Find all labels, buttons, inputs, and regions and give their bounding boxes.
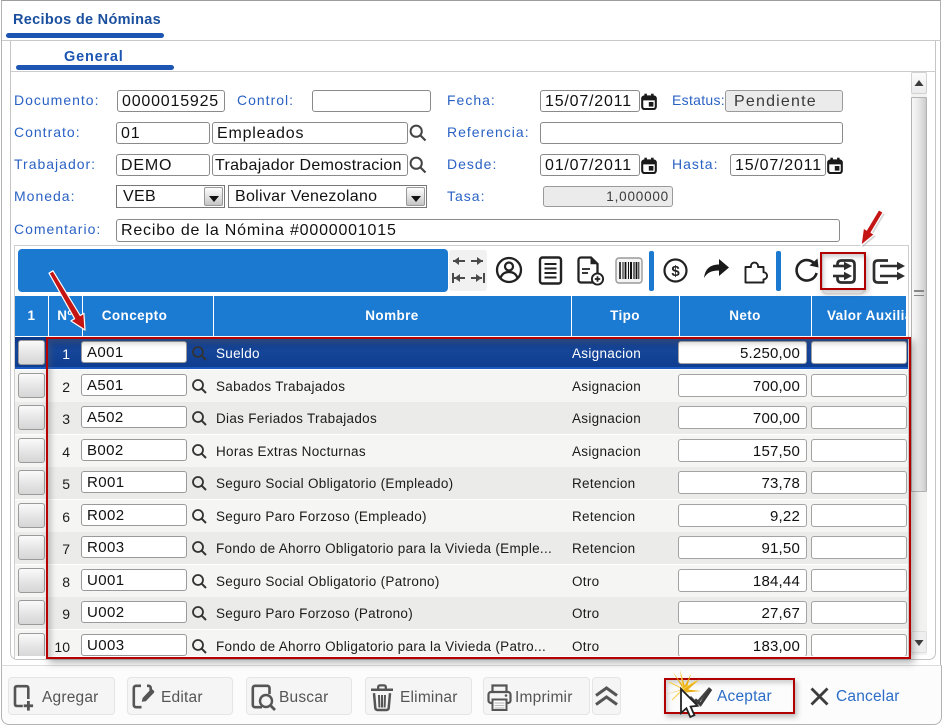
svg-text:$: $ bbox=[671, 263, 680, 280]
